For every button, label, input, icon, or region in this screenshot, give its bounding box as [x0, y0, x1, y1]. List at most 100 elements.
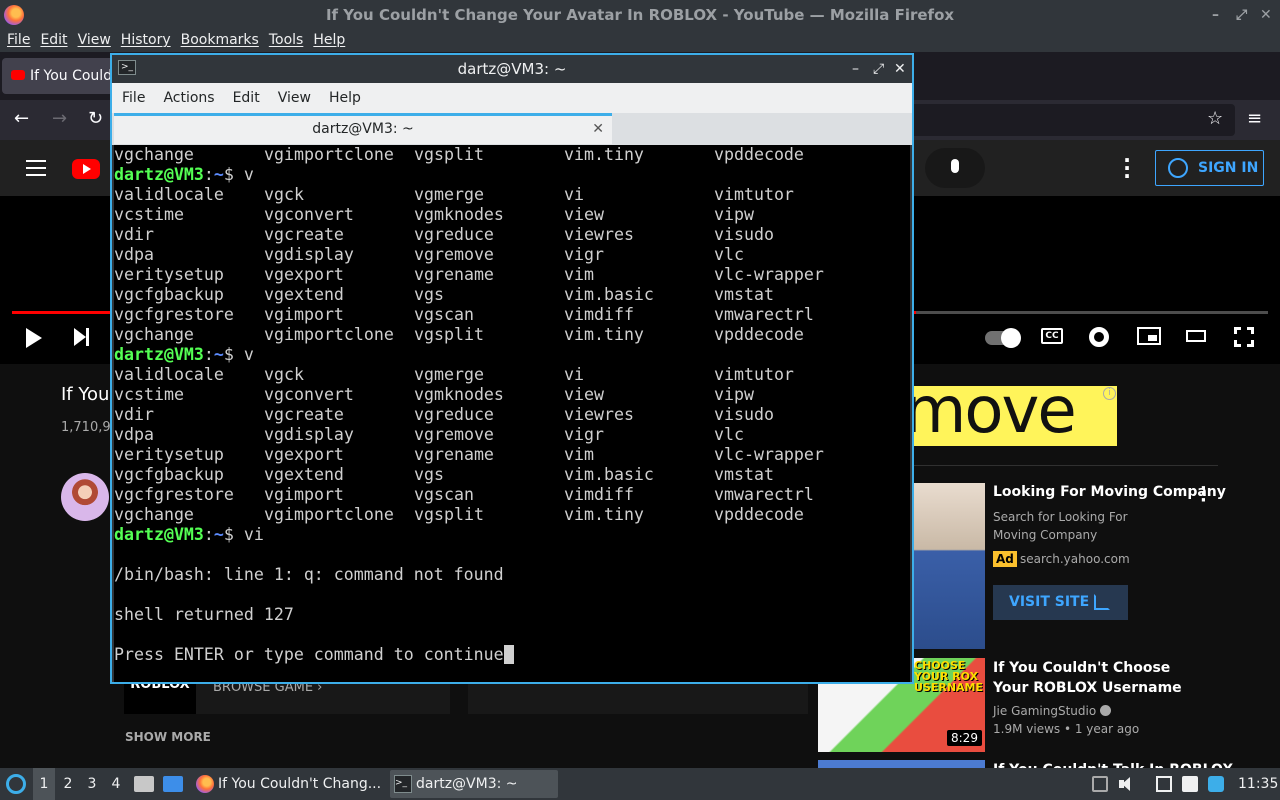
youtube-favicon-icon [11, 70, 25, 80]
minimize-button[interactable]: – [1212, 0, 1219, 30]
video-title: If You [61, 384, 110, 405]
workspace-3[interactable]: 3 [81, 768, 103, 800]
show-desktop-icon[interactable] [163, 776, 183, 792]
terminal-titlebar[interactable]: >_ dartz@VM3: ~ – ⤢ ✕ [112, 55, 912, 83]
browser-tab-youtube[interactable]: If You Could [2, 58, 114, 94]
recommendation-channel[interactable]: Jie GamingStudio [993, 704, 1112, 718]
terminal-completion-row: vdpa vgdisplay vgremove vigr vlc [114, 425, 744, 444]
show-more-button[interactable]: SHOW MORE [125, 730, 211, 744]
thumbnail-text: CHOOSE YOUR ROX USERNAME [914, 659, 984, 694]
voice-search-mic-icon[interactable] [925, 148, 985, 188]
terminal-menu-view[interactable]: View [268, 83, 319, 113]
taskbar-terminal-task[interactable]: >_ dartz@VM3: ~ [390, 770, 558, 798]
terminal-shell-returned: shell returned 127 [114, 605, 294, 624]
next-video-icon[interactable] [74, 328, 89, 346]
firefox-titlebar: If You Couldn't Change Your Avatar In RO… [0, 0, 1280, 30]
terminal-screen[interactable]: vgchange vgimportclone vgsplit vim.tiny vpdd… [114, 145, 910, 682]
terminal-tabbar: dartz@VM3: ~ ✕ [112, 113, 912, 145]
bookmark-star-icon[interactable]: ☆ [1207, 108, 1223, 129]
forward-arrow-icon[interactable]: → [52, 108, 67, 129]
menu-help[interactable]: Help [306, 30, 348, 48]
terminal-completion-row: vgchange vgimportclone vgsplit vim.tiny vpdd… [114, 505, 804, 524]
workspace-4[interactable]: 4 [105, 768, 127, 800]
terminal-tab[interactable]: dartz@VM3: ~ ✕ [114, 113, 612, 144]
tray-app-icon[interactable] [1092, 776, 1108, 792]
terminal-maximize-button[interactable]: ⤢ [873, 55, 884, 83]
terminal-close-button[interactable]: ✕ [894, 55, 906, 83]
menu-edit[interactable]: Edit [33, 30, 70, 48]
taskbar-terminal-label: dartz@VM3: ~ [416, 776, 518, 792]
ad-banner[interactable]: move [912, 386, 1117, 446]
ad-badge: Ad [993, 551, 1017, 567]
terminal-completion-row: veritysetup vgexport vgrename vim vlc-wrappe… [114, 265, 824, 284]
terminal-menu-actions[interactable]: Actions [153, 83, 222, 113]
reload-icon[interactable]: ↻ [88, 108, 103, 129]
terminal-window[interactable]: >_ dartz@VM3: ~ – ⤢ ✕ File Actions Edit Vie… [110, 53, 914, 684]
volume-icon[interactable] [1118, 776, 1134, 792]
terminal-completion-row: vcstime vgconvert vgmknodes view vipw [114, 385, 754, 404]
terminal-prompt-line: dartz@VM3:~$ vi [114, 525, 264, 544]
promo-title[interactable]: Looking For Moving Company [993, 484, 1226, 500]
terminal-completion-row: vdir vgcreate vgreduce viewres visudo [114, 225, 774, 244]
tab-close-icon[interactable]: ✕ [592, 116, 604, 143]
channel-avatar[interactable] [61, 473, 109, 521]
hamburger-menu-icon[interactable]: ≡ [1247, 108, 1262, 129]
app-launcher-icon[interactable] [6, 774, 26, 794]
miniplayer-icon[interactable] [1137, 327, 1161, 345]
menu-tools[interactable]: Tools [262, 30, 307, 48]
theater-mode-icon[interactable] [1186, 330, 1206, 342]
workspace-2[interactable]: 2 [57, 768, 79, 800]
terminal-prompt-line: dartz@VM3:~$ v [114, 345, 254, 364]
terminal-title: dartz@VM3: ~ [457, 60, 567, 78]
settings-gear-icon[interactable] [1089, 327, 1109, 347]
firefox-logo-icon [4, 5, 24, 25]
recommendation-title[interactable]: If You Couldn't Choose Your ROBLOX Usern… [993, 658, 1193, 698]
terminal-completion-row: vgcfgbackup vgextend vgs vim.basic vmstat [114, 465, 774, 484]
terminal-completion-row: vgchange vgimportclone vgsplit vim.tiny vpdd… [114, 325, 804, 344]
close-button[interactable]: ✕ [1260, 0, 1272, 30]
promo-more-icon[interactable]: · · · [1200, 480, 1207, 510]
youtube-logo-icon[interactable] [72, 159, 100, 179]
menu-history[interactable]: History [114, 30, 174, 48]
clipboard-icon[interactable] [1182, 776, 1198, 792]
clock[interactable]: 11:35 [1238, 768, 1278, 800]
terminal-completion-row: vgcfgrestore vgimport vgscan vimdiff vmwarec… [114, 485, 814, 504]
video-duration: 8:29 [947, 730, 982, 746]
terminal-cursor [503, 645, 514, 664]
sign-in-button[interactable]: SIGN IN [1155, 150, 1264, 186]
subtitles-icon[interactable]: CC [1041, 328, 1063, 344]
recommendation-thumbnail[interactable] [818, 760, 985, 768]
terminal-tab-label: dartz@VM3: ~ [312, 121, 414, 137]
terminal-menu-file[interactable]: File [112, 83, 153, 113]
terminal-error-line: /bin/bash: line 1: q: command not found [114, 565, 504, 584]
more-options-icon[interactable]: · · · [1118, 150, 1136, 186]
terminal-minimize-button[interactable]: – [852, 55, 859, 83]
workspace-1[interactable]: 1 [33, 768, 55, 800]
file-manager-icon[interactable] [134, 776, 154, 792]
menu-file[interactable]: File [0, 30, 33, 48]
menu-view[interactable]: View [71, 30, 114, 48]
visit-site-button[interactable]: VISIT SITE [993, 585, 1128, 620]
promo-thumbnail[interactable] [912, 483, 985, 649]
maximize-button[interactable]: ⤢ [1236, 0, 1247, 30]
terminal-completion-row: vdpa vgdisplay vgremove vigr vlc [114, 245, 744, 264]
menu-bookmarks[interactable]: Bookmarks [174, 30, 262, 48]
divider [912, 465, 1218, 466]
recommendation-title[interactable]: If You Couldn't Talk In ROBLOX [993, 760, 1233, 768]
terminal-menu-help[interactable]: Help [319, 83, 369, 113]
browser-tab-label: If You Could [30, 68, 113, 84]
play-icon[interactable] [26, 328, 42, 348]
terminal-line: vgchange vgimportclone vgsplit vim.tiny vpdd… [114, 145, 804, 164]
firefox-icon [196, 775, 214, 793]
fullscreen-icon[interactable] [1234, 327, 1254, 347]
autoplay-toggle[interactable] [985, 328, 1021, 348]
ad-info-icon[interactable]: i [1103, 387, 1116, 400]
terminal-menu-edit[interactable]: Edit [223, 83, 268, 113]
back-arrow-icon[interactable]: ← [14, 108, 29, 129]
guide-menu-icon[interactable] [26, 160, 46, 176]
taskbar-firefox-task[interactable]: If You Couldn't Chang... [192, 770, 384, 798]
updates-icon[interactable] [1208, 776, 1224, 792]
network-icon[interactable] [1156, 776, 1172, 792]
